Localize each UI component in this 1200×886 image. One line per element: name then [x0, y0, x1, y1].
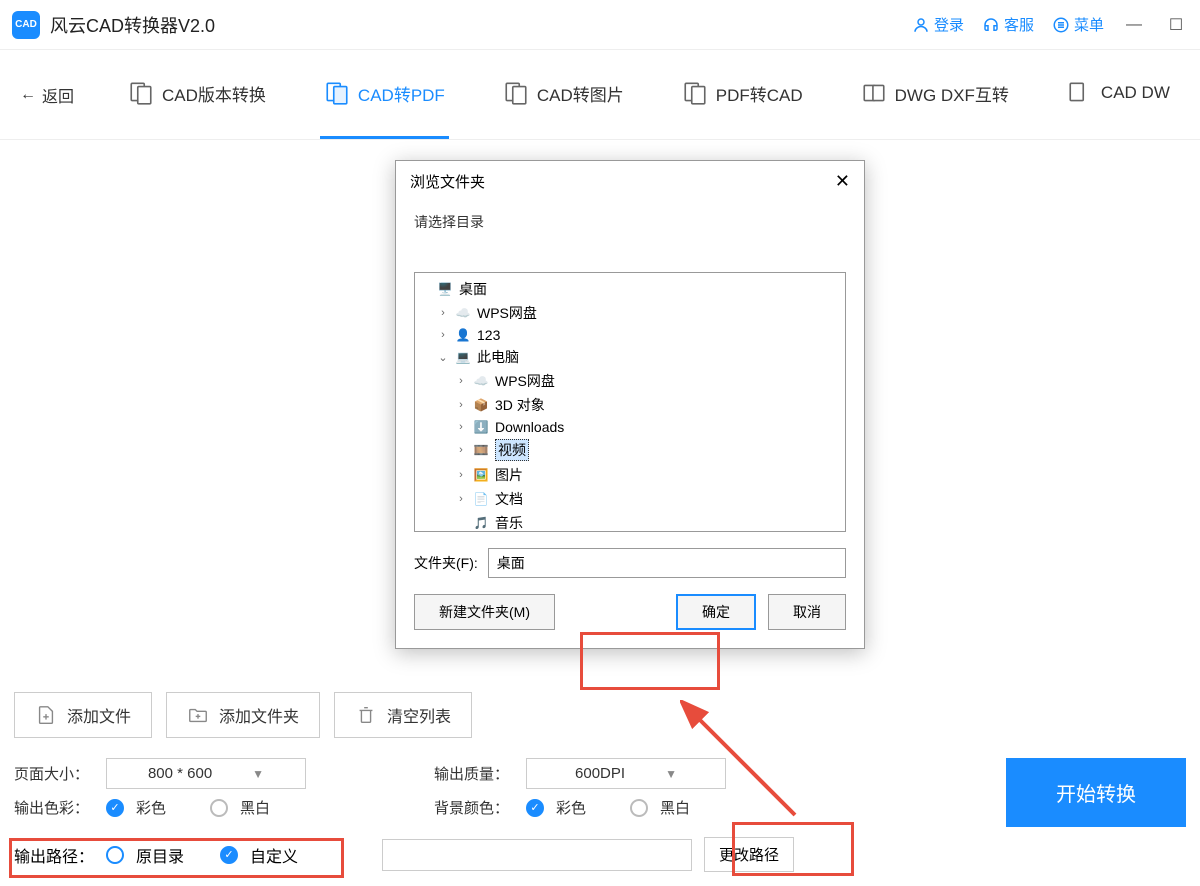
folder-plus-icon	[187, 704, 209, 726]
dialog-close-button[interactable]: ✕	[835, 171, 850, 192]
headset-icon	[982, 16, 1000, 34]
add-folder-button[interactable]: 添加文件夹	[166, 692, 320, 738]
output-quality-dropdown[interactable]: 600DPI▼	[526, 758, 726, 789]
tree-item[interactable]: ⌄💻此电脑	[419, 345, 841, 369]
doc-convert-icon	[128, 80, 154, 106]
tab-cad-dw[interactable]: CAD DW	[1063, 50, 1174, 139]
dialog-prompt: 请选择目录	[414, 212, 846, 232]
dwg-dxf-icon	[861, 80, 887, 106]
browse-folder-dialog: 浏览文件夹 ✕ 请选择目录 🖥️桌面›☁️WPS网盘›👤123⌄💻此电脑›☁️W…	[395, 160, 865, 649]
page-size-dropdown[interactable]: 800 * 600▼	[106, 758, 306, 789]
app-title: 风云CAD转换器V2.0	[50, 12, 215, 38]
maximize-button[interactable]: ☐	[1164, 13, 1188, 37]
change-path-button[interactable]: 更改路径	[704, 837, 794, 872]
back-button[interactable]: ← 返回	[20, 83, 74, 107]
page-size-label: 页面大小：	[14, 763, 94, 784]
output-color-label: 输出色彩：	[14, 797, 94, 818]
tree-item[interactable]: ›👤123	[419, 325, 841, 345]
radio-bg-bw[interactable]	[630, 799, 648, 817]
add-file-button[interactable]: 添加文件	[14, 692, 152, 738]
bg-color-label: 背景颜色：	[434, 797, 514, 818]
menu-button[interactable]: 菜单	[1052, 14, 1104, 35]
radio-original-dir[interactable]	[106, 846, 124, 864]
service-button[interactable]: 客服	[982, 14, 1034, 35]
radio-custom-dir[interactable]	[220, 846, 238, 864]
output-path-label: 输出路径：	[14, 843, 94, 867]
menu-icon	[1052, 16, 1070, 34]
tree-item[interactable]: 🖥️桌面	[419, 277, 841, 301]
cad-pdf-icon	[324, 80, 350, 106]
tab-cad-image[interactable]: CAD转图片	[499, 50, 628, 139]
radio-bw[interactable]	[210, 799, 228, 817]
radio-bg-color[interactable]	[526, 799, 544, 817]
app-logo-icon: CAD	[12, 11, 40, 39]
trash-icon	[355, 704, 377, 726]
tree-item[interactable]: ›📄文档	[419, 487, 841, 511]
tab-cad-version[interactable]: CAD版本转换	[124, 50, 270, 139]
new-folder-button[interactable]: 新建文件夹(M)	[414, 594, 555, 630]
tab-dwg-dxf[interactable]: DWG DXF互转	[857, 50, 1013, 139]
login-button[interactable]: 登录	[912, 14, 964, 35]
tree-item[interactable]: 🎵音乐	[419, 511, 841, 532]
ok-button[interactable]: 确定	[676, 594, 756, 630]
cancel-button[interactable]: 取消	[768, 594, 846, 630]
clear-list-button[interactable]: 清空列表	[334, 692, 472, 738]
dialog-title: 浏览文件夹	[410, 171, 485, 192]
output-quality-label: 输出质量：	[434, 763, 514, 784]
chevron-down-icon: ▼	[252, 767, 264, 781]
folder-tree[interactable]: 🖥️桌面›☁️WPS网盘›👤123⌄💻此电脑›☁️WPS网盘›📦3D 对象›⬇️…	[414, 272, 846, 532]
tree-item[interactable]: ›🎞️视频	[419, 437, 841, 463]
folder-name-input[interactable]	[488, 548, 846, 578]
tree-item[interactable]: ›🖼️图片	[419, 463, 841, 487]
tree-item[interactable]: ›⬇️Downloads	[419, 417, 841, 437]
tree-item[interactable]: ›☁️WPS网盘	[419, 301, 841, 325]
cad-dw-icon	[1067, 80, 1093, 106]
output-path-input[interactable]	[382, 839, 692, 871]
chevron-down-icon: ▼	[665, 767, 677, 781]
file-plus-icon	[35, 704, 57, 726]
tab-cad-pdf[interactable]: CAD转PDF	[320, 50, 449, 139]
minimize-button[interactable]: —	[1122, 13, 1146, 37]
folder-field-label: 文件夹(F):	[414, 553, 478, 573]
start-convert-button[interactable]: 开始转换	[1006, 758, 1186, 827]
user-icon	[912, 16, 930, 34]
radio-color[interactable]	[106, 799, 124, 817]
tree-item[interactable]: ›📦3D 对象	[419, 393, 841, 417]
tree-item[interactable]: ›☁️WPS网盘	[419, 369, 841, 393]
arrow-left-icon: ←	[20, 86, 36, 104]
cad-image-icon	[503, 80, 529, 106]
tab-pdf-cad[interactable]: PDF转CAD	[678, 50, 807, 139]
pdf-cad-icon	[682, 80, 708, 106]
